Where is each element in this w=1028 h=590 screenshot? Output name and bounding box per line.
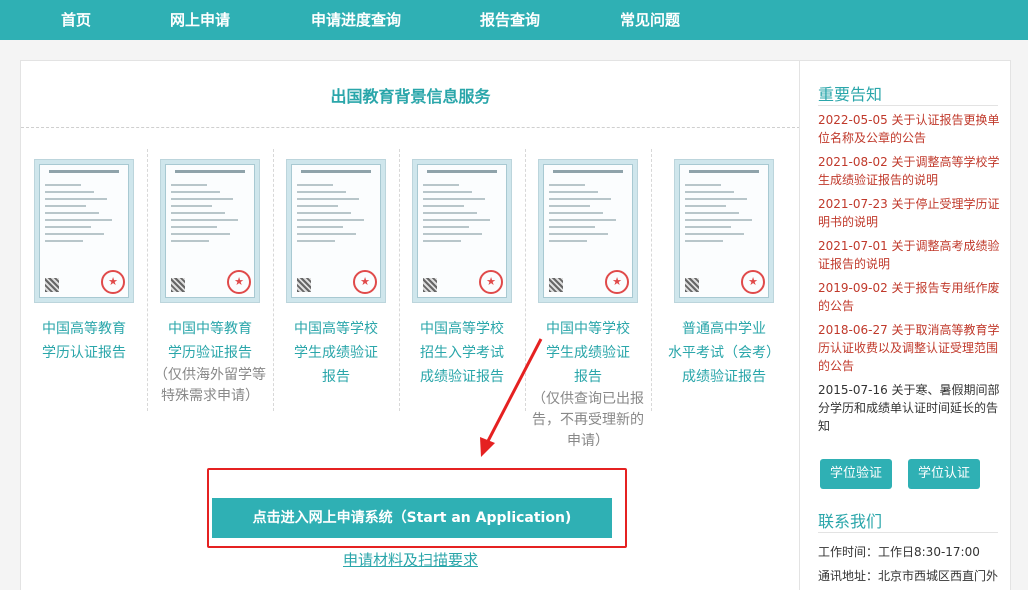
arrow-annotation [480,338,543,457]
notice-item[interactable]: 2019-09-02 关于报告专用纸作废的公告 [818,279,1000,315]
divider [818,532,998,533]
nav-faq[interactable]: 常见问题 [620,0,680,40]
top-nav: 首页 网上申请 申请进度查询 报告查询 常见问题 [0,0,1028,40]
notice-item[interactable]: 2021-08-02 关于调整高等学校学生成绩验证报告的说明 [818,153,1000,189]
notices-heading: 重要告知 [818,85,883,104]
sidebar: 重要告知 2022-05-05 关于认证报告更换单位名称及公章的公告 2021-0… [799,60,1011,590]
nav-progress-query[interactable]: 申请进度查询 [311,0,401,40]
degree-certification-button[interactable]: 学位认证 [908,459,981,489]
notice-item[interactable]: 2015-07-16 关于寒、暑假期间部分学历和成绩单认证时间延长的告知 [818,381,1000,435]
nav-home[interactable]: 首页 [61,0,91,40]
notice-item[interactable]: 2018-06-27 关于取消高等教育学历认证收费以及调整认证受理范围的公告 [818,321,1000,375]
nav-report-query[interactable]: 报告查询 [480,0,540,40]
services-panel: 出国教育背景信息服务 ★ 中国高等教育 学历认证报告 ★ 中国中等教育 学历验证报告 （仅供… [20,60,800,590]
notice-item[interactable]: 2022-05-05 关于认证报告更换单位名称及公章的公告 [818,111,1000,147]
degree-verification-button[interactable]: 学位验证 [820,459,893,489]
start-application-button[interactable]: 点击进入网上申请系统（Start an Application) [212,498,612,538]
notice-item[interactable]: 2021-07-23 关于停止受理学历证明书的说明 [818,195,1000,231]
work-hours: 工作时间：工作日8:30-17:00 [818,545,980,559]
notice-item[interactable]: 2021-07-01 关于调整高考成绩验证报告的说明 [818,237,1000,273]
divider [818,105,998,106]
notice-list: 2022-05-05 关于认证报告更换单位名称及公章的公告 2021-08-02 … [818,111,1000,441]
nav-online-apply[interactable]: 网上申请 [170,0,230,40]
requirements-link[interactable]: 申请材料及扫描要求 [21,549,800,570]
mailing-address: 通讯地址：北京市西城区西直门外 [818,569,999,583]
contact-heading: 联系我们 [818,512,883,531]
